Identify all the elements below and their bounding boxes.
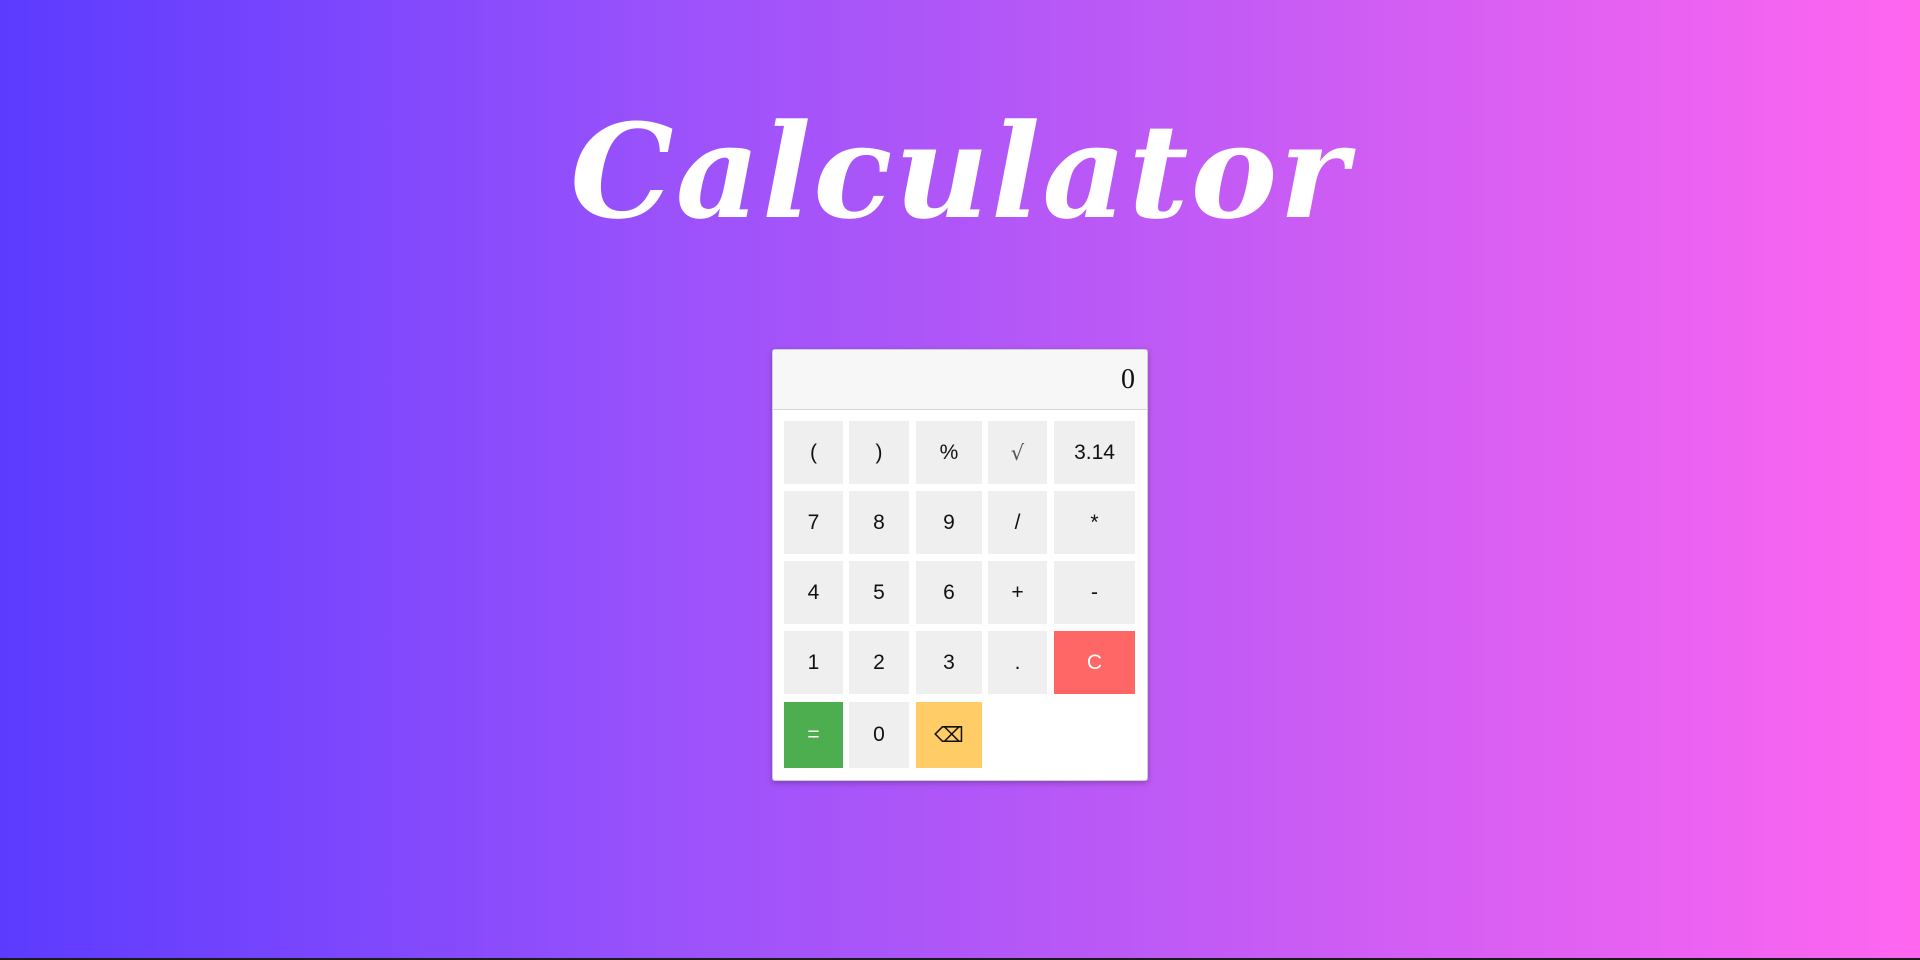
digit-0-button[interactable]: 0 <box>849 702 909 768</box>
calculator-panel: 0 ( ) % √ 3.14 7 8 9 / * 4 5 6 + - 1 2 3… <box>772 349 1148 781</box>
pi-button[interactable]: 3.14 <box>1054 421 1135 484</box>
digit-3-button[interactable]: 3 <box>916 631 982 694</box>
sqrt-button[interactable]: √ <box>988 421 1047 484</box>
digit-5-button[interactable]: 5 <box>849 561 909 624</box>
digit-2-button[interactable]: 2 <box>849 631 909 694</box>
digit-1-button[interactable]: 1 <box>784 631 843 694</box>
digit-8-button[interactable]: 8 <box>849 491 909 554</box>
digit-7-button[interactable]: 7 <box>784 491 843 554</box>
divide-button[interactable]: / <box>988 491 1047 554</box>
equals-button[interactable]: = <box>784 702 843 768</box>
calculator-display: 0 <box>773 350 1147 410</box>
digit-6-button[interactable]: 6 <box>916 561 982 624</box>
backspace-button[interactable]: ⌫ <box>916 702 982 768</box>
decimal-button[interactable]: . <box>988 631 1047 694</box>
close-paren-button[interactable]: ) <box>849 421 909 484</box>
minus-button[interactable]: - <box>1054 561 1135 624</box>
digit-9-button[interactable]: 9 <box>916 491 982 554</box>
page-title: Calculator <box>570 95 1350 248</box>
percent-button[interactable]: % <box>916 421 982 484</box>
open-paren-button[interactable]: ( <box>784 421 843 484</box>
multiply-button[interactable]: * <box>1054 491 1135 554</box>
clear-button[interactable]: C <box>1054 631 1135 694</box>
plus-button[interactable]: + <box>988 561 1047 624</box>
digit-4-button[interactable]: 4 <box>784 561 843 624</box>
